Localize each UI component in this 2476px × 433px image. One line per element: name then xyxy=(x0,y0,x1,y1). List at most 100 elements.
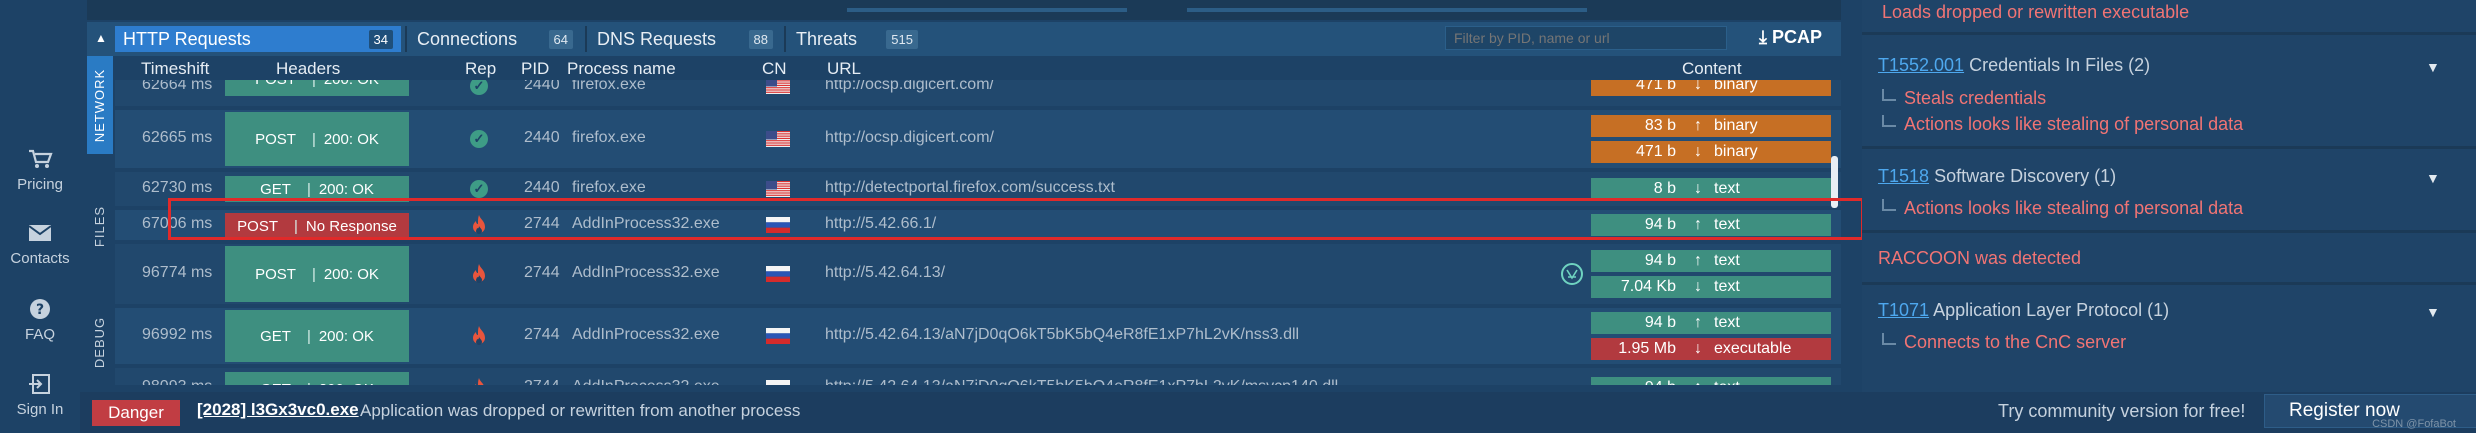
type-label: binary xyxy=(1714,143,1758,160)
timeline-segment xyxy=(1187,8,1587,12)
technique-id-link[interactable]: T1071 xyxy=(1878,300,1929,320)
filter-input[interactable] xyxy=(1445,26,1727,50)
fire-icon xyxy=(473,326,485,345)
chevron-down-icon[interactable]: ▼ xyxy=(2426,304,2440,320)
tab-label: Connections xyxy=(417,28,518,49)
vertical-tabs: NETWORK FILES DEBUG xyxy=(87,56,113,368)
method-label: POST xyxy=(255,265,296,283)
table-row[interactable]: 98093 ms GET | 200: OK 2744 AddInProcess32.ex… xyxy=(115,368,1841,385)
type-label: executable xyxy=(1714,340,1792,357)
col-rep[interactable]: Rep xyxy=(465,59,496,79)
content-badge: 94 b ↑ text xyxy=(1591,250,1831,272)
content-cell[interactable]: 471 b ↓ binary xyxy=(1591,80,1831,106)
threat-sub-item: Connects to the CnC server xyxy=(1882,332,2126,353)
technique-t1071[interactable]: T1071 Application Layer Protocol (1) xyxy=(1878,300,2169,321)
process-name-cell: firefox.exe xyxy=(572,129,646,146)
vtab-network[interactable]: NETWORK xyxy=(87,56,113,154)
chevron-down-icon[interactable]: ▼ xyxy=(2426,59,2440,75)
tab-count: 515 xyxy=(886,29,918,49)
size-label: 94 b xyxy=(1591,379,1686,385)
content-badge: 1.95 Mb ↓ executable xyxy=(1591,338,1831,360)
size-label: 83 b xyxy=(1644,117,1676,134)
nav-signin[interactable]: Sign In xyxy=(0,373,80,418)
flag-us-icon xyxy=(766,80,790,94)
headers-badge[interactable]: GET | 200: OK xyxy=(225,310,409,362)
size-label: 471 b xyxy=(1635,143,1676,160)
content-badge: 8 b ↓ text xyxy=(1591,178,1831,200)
type-label: binary xyxy=(1714,117,1758,134)
col-timeshift[interactable]: Timeshift xyxy=(141,59,209,79)
flag-us-icon xyxy=(766,181,790,197)
chevron-down-icon[interactable]: ▼ xyxy=(2426,170,2440,186)
content-cell[interactable]: 94 b↑text xyxy=(1591,368,1831,385)
pid-cell: 2440 xyxy=(524,129,560,146)
vtab-debug[interactable]: DEBUG xyxy=(87,282,113,402)
divider: | xyxy=(312,80,316,88)
divider: | xyxy=(306,180,311,198)
headers-badge[interactable]: GET | 200: OK xyxy=(225,372,409,385)
divider xyxy=(1862,282,2476,285)
nav-pricing[interactable]: Pricing xyxy=(0,148,80,193)
check-icon: ✓ xyxy=(470,130,488,148)
col-url[interactable]: URL xyxy=(827,59,861,79)
col-process-name[interactable]: Process name xyxy=(567,59,676,79)
col-headers[interactable]: Headers xyxy=(276,59,340,79)
technique-t1518[interactable]: T1518 Software Discovery (1) xyxy=(1878,166,2116,187)
headers-badge[interactable]: POST | 200: OK xyxy=(225,112,409,166)
nav-contacts-label: Contacts xyxy=(10,250,70,267)
content-cell[interactable]: 94 b ↑ text 1.95 Mb ↓ executable xyxy=(1591,308,1831,364)
ai-analysis-icon[interactable] xyxy=(1559,261,1585,287)
flag-us-icon xyxy=(766,131,790,147)
technique-t1552[interactable]: T1552.001 Credentials In Files (2) xyxy=(1878,55,2150,76)
pid-cell: 2744 xyxy=(524,264,560,281)
size-label: 94 b xyxy=(1644,314,1676,331)
collapse-up-icon[interactable]: ▲ xyxy=(95,31,109,45)
pcap-button[interactable]: ⤓ PCAP xyxy=(1759,27,1822,48)
pid-cell: 2440 xyxy=(524,179,560,196)
timeline-strip[interactable] xyxy=(87,0,1841,20)
type-label: text xyxy=(1714,180,1740,197)
table-row[interactable]: 96992 ms GET | 200: OK 2744 AddInProcess32.ex… xyxy=(115,308,1841,364)
threat-sub-text: Loads dropped or rewritten executable xyxy=(1882,2,2190,22)
table-row[interactable]: 62665 ms POST | 200: OK ✓ 2440 firefox.exe http… xyxy=(115,110,1841,168)
tab-label: Threats xyxy=(796,28,858,49)
tab-dns-requests[interactable]: DNS Requests 88 xyxy=(589,26,781,52)
tab-threats[interactable]: Threats 515 xyxy=(788,26,926,52)
tab-count: 88 xyxy=(748,29,773,49)
url-cell: http://5.42.64.13/ xyxy=(825,264,946,281)
content-cell[interactable]: 94 b ↑ text 7.04 Kb ↓ text xyxy=(1591,244,1831,304)
flag-ru-icon xyxy=(766,328,790,344)
content-badge: 94 b ↑ text xyxy=(1591,312,1831,334)
size-label: 94 b xyxy=(1644,252,1676,269)
nav-contacts[interactable]: Contacts xyxy=(0,222,80,267)
type-label: text xyxy=(1714,252,1740,269)
nav-faq[interactable]: ? FAQ xyxy=(0,298,80,343)
url-cell: http://5.42.64.13/aN7jD0qO6kT5bK5bQ4eR8f… xyxy=(825,378,1338,385)
threat-sub-item: Actions looks like stealing of personal … xyxy=(1882,114,2243,135)
threats-panel: Loads dropped or rewritten executable T1… xyxy=(1862,0,2476,392)
size-label: 7.04 Kb xyxy=(1620,278,1676,295)
tab-label: DNS Requests xyxy=(597,28,717,49)
method-label: POST xyxy=(255,130,296,148)
tab-connections[interactable]: Connections 64 xyxy=(409,26,581,52)
tab-http-requests[interactable]: HTTP Requests 34 xyxy=(115,26,401,52)
col-pid[interactable]: PID xyxy=(521,59,549,79)
table-row[interactable]: 62664 ms POST | 200: OK ✓ 2440 firefox.exe http… xyxy=(115,80,1841,106)
headers-badge[interactable]: POST | 200: OK xyxy=(225,80,409,96)
timeshift-cell: 96992 ms xyxy=(142,326,213,343)
col-content[interactable]: Content xyxy=(1682,59,1742,79)
vtab-files[interactable]: FILES xyxy=(87,176,113,276)
fire-icon xyxy=(475,378,484,385)
content-cell[interactable]: 83 b ↑ binary 471 b ↓ binary xyxy=(1591,110,1831,168)
divider xyxy=(1862,230,2476,233)
size-label: 1.95 Mb xyxy=(1618,340,1676,357)
method-label: GET xyxy=(260,381,291,386)
threat-sub-text: Steals credentials xyxy=(1904,88,2047,108)
technique-id-link[interactable]: T1552.001 xyxy=(1878,55,1964,75)
headers-badge[interactable]: POST | 200: OK xyxy=(225,246,409,302)
technique-id-link[interactable]: T1518 xyxy=(1878,166,1929,186)
threat-sub-item: Loads dropped or rewritten executable xyxy=(1882,2,2189,23)
col-cn[interactable]: CN xyxy=(762,59,787,79)
process-link[interactable]: [2028] l3Gx3vc0.exe xyxy=(197,400,359,420)
content-badge: 471 b ↓ binary xyxy=(1591,80,1831,96)
